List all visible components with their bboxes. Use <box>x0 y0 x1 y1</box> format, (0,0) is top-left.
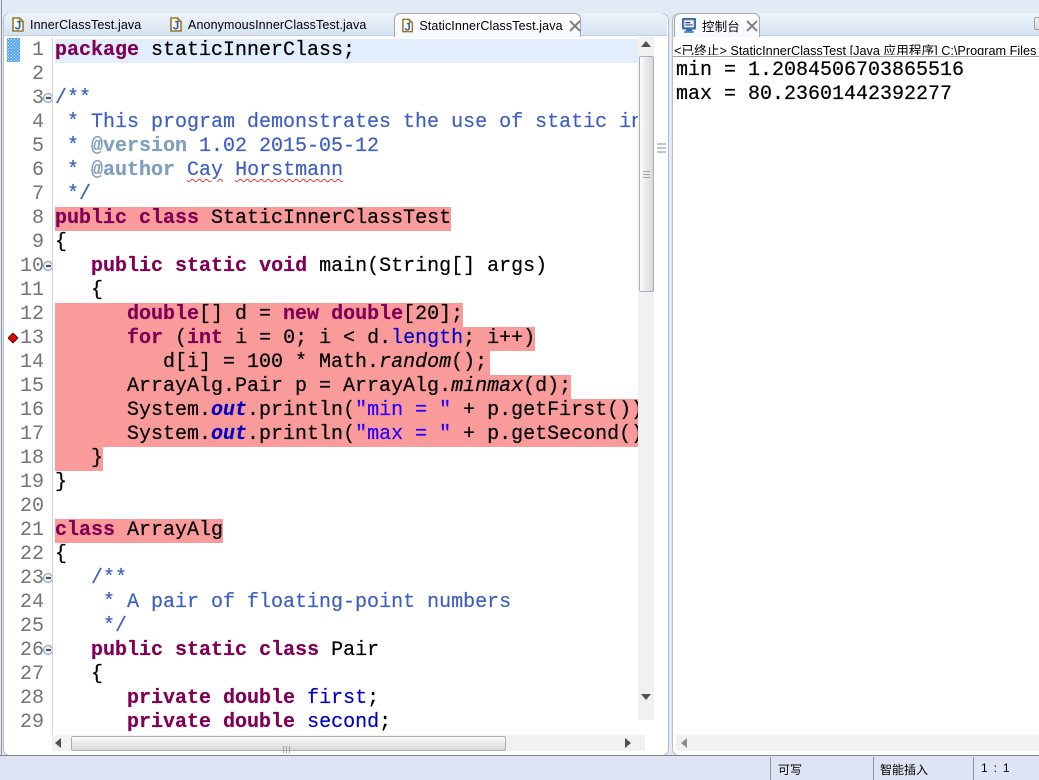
svg-text:J: J <box>173 19 180 32</box>
svg-text:J: J <box>404 21 410 33</box>
svg-text:J: J <box>15 19 22 32</box>
